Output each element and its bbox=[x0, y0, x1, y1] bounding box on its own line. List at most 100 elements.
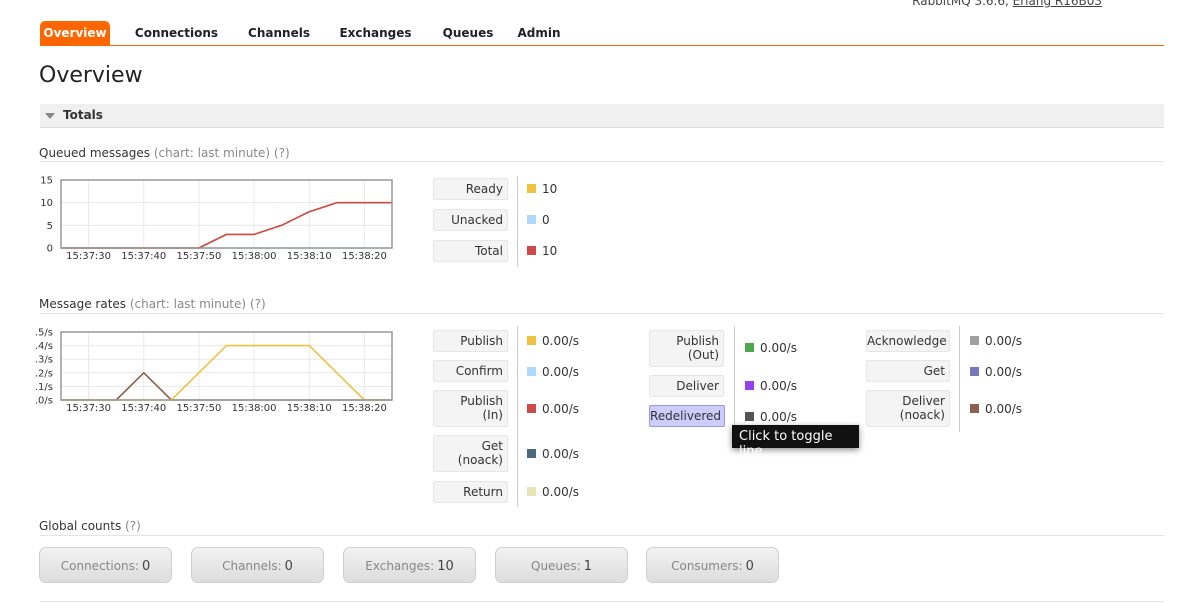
legend-deliver[interactable]: Deliver bbox=[649, 375, 724, 397]
publish-value: 0.00/s bbox=[527, 334, 579, 348]
legend-publish-out[interactable]: Publish (Out) bbox=[649, 330, 724, 367]
tab-exchanges[interactable]: Exchanges bbox=[319, 21, 432, 46]
return-swatch bbox=[527, 487, 536, 496]
queued-messages-heading: Queued messages (chart: last minute) (?) bbox=[39, 146, 290, 160]
tab-admin[interactable]: Admin bbox=[504, 21, 574, 46]
redelivered-value: 0.00/s bbox=[745, 410, 797, 424]
x-tick-label: 15:37:30 bbox=[66, 403, 111, 414]
rates-help-link[interactable]: (?) bbox=[250, 297, 266, 311]
plot-area bbox=[61, 332, 392, 400]
return-value: 0.00/s bbox=[527, 485, 579, 499]
divider bbox=[40, 535, 1164, 536]
x-tick-label: 15:37:40 bbox=[121, 403, 166, 414]
x-tick-label: 15:38:20 bbox=[342, 403, 387, 414]
confirm-value: 0.00/s bbox=[527, 365, 579, 379]
legend-publish-in[interactable]: Publish (In) bbox=[433, 390, 508, 427]
rates-chart-hint[interactable]: (chart: last minute) bbox=[130, 297, 246, 311]
message-rates-heading: Message rates (chart: last minute) (?) bbox=[39, 297, 266, 311]
total-value: 10 bbox=[527, 244, 557, 258]
tab-overview[interactable]: Overview bbox=[40, 21, 110, 46]
get-noack-value-text: 0.00/s bbox=[542, 447, 580, 461]
erlang-version-link[interactable]: Erlang R16B03 bbox=[1013, 0, 1102, 8]
publish-in-swatch bbox=[527, 404, 536, 413]
x-tick-label: 15:38:10 bbox=[287, 403, 332, 414]
y-tick-label: 0.1/s bbox=[35, 382, 53, 393]
channels-count-button[interactable]: Channels: 0 bbox=[191, 547, 324, 583]
count-value: 0 bbox=[141, 559, 151, 574]
legend-confirm[interactable]: Confirm bbox=[433, 360, 508, 382]
queued-title: Queued messages bbox=[39, 146, 151, 160]
deliver-value: 0.00/s bbox=[745, 379, 797, 393]
publish-swatch bbox=[527, 336, 536, 345]
toggle-line-tooltip: Click to toggle line bbox=[732, 425, 859, 459]
exchanges-count-button[interactable]: Exchanges: 10 bbox=[343, 547, 476, 583]
queued-messages-chart: 0 5 10 15 15:37:30 15:37:40 15:37:50 15:38:00 15… bbox=[40, 176, 393, 262]
legend-ready[interactable]: Ready bbox=[433, 178, 508, 200]
count-label: Queues: bbox=[531, 559, 581, 573]
collapse-triangle-icon bbox=[45, 113, 55, 119]
x-tick-label: 15:37:50 bbox=[176, 403, 221, 414]
totals-section-toggle[interactable]: Totals bbox=[40, 104, 1164, 128]
count-label: Exchanges: bbox=[365, 559, 435, 573]
consumers-count-button[interactable]: Consumers: 0 bbox=[646, 547, 779, 583]
queued-help-link[interactable]: (?) bbox=[274, 146, 290, 160]
tab-queues[interactable]: Queues bbox=[432, 21, 504, 46]
y-tick-label: 0.3/s bbox=[35, 355, 53, 366]
legend-return[interactable]: Return bbox=[433, 481, 508, 503]
acknowledge-value: 0.00/s bbox=[970, 334, 1022, 348]
publish-value-text: 0.00/s bbox=[542, 334, 580, 348]
get-swatch bbox=[970, 367, 979, 376]
queues-count-button[interactable]: Queues: 1 bbox=[495, 547, 628, 583]
x-tick-label: 15:37:30 bbox=[66, 251, 111, 262]
plot-area bbox=[61, 180, 392, 248]
x-tick-label: 15:38:10 bbox=[287, 251, 332, 262]
legend-divider bbox=[517, 176, 518, 267]
deliver-noack-value: 0.00/s bbox=[970, 402, 1022, 416]
legend-divider bbox=[959, 326, 960, 432]
deliver-noack-value-text: 0.00/s bbox=[985, 402, 1023, 416]
legend-deliver-noack[interactable]: Deliver (noack) bbox=[866, 390, 950, 427]
y-tick-label: 0.2/s bbox=[35, 368, 53, 379]
legend-publish[interactable]: Publish bbox=[433, 330, 508, 352]
message-rates-chart: 0.0/s 0.1/s 0.2/s 0.3/s 0.4/s 0.5/s 15:37:30 15… bbox=[35, 328, 393, 414]
get-value: 0.00/s bbox=[970, 365, 1022, 379]
total-value-text: 10 bbox=[542, 244, 558, 258]
count-value: 1 bbox=[583, 559, 592, 574]
nav-underline bbox=[40, 45, 1164, 46]
x-tick-label: 15:38:20 bbox=[342, 251, 387, 262]
global-help-link[interactable]: (?) bbox=[125, 519, 141, 533]
global-title: Global counts bbox=[39, 519, 122, 533]
legend-get-noack[interactable]: Get (noack) bbox=[433, 435, 508, 472]
main-nav: Overview Connections Channels Exchanges … bbox=[40, 21, 574, 47]
legend-get[interactable]: Get bbox=[866, 360, 950, 382]
acknowledge-value-text: 0.00/s bbox=[985, 334, 1023, 348]
legend-acknowledge[interactable]: Acknowledge bbox=[866, 330, 950, 352]
deliver-noack-swatch bbox=[970, 404, 979, 413]
legend-unacked[interactable]: Unacked bbox=[433, 209, 508, 231]
publish-out-value-text: 0.00/s bbox=[760, 341, 798, 355]
ready-swatch bbox=[527, 184, 536, 193]
publish-in-value-text: 0.00/s bbox=[542, 402, 580, 416]
count-value: 10 bbox=[437, 559, 454, 574]
unacked-swatch bbox=[527, 215, 536, 224]
legend-total[interactable]: Total bbox=[433, 240, 508, 262]
connections-count-button[interactable]: Connections: 0 bbox=[39, 547, 172, 583]
queued-chart-hint[interactable]: (chart: last minute) bbox=[154, 146, 270, 160]
y-tick-label: 0.4/s bbox=[35, 341, 53, 352]
confirm-value-text: 0.00/s bbox=[542, 365, 580, 379]
x-tick-label: 15:37:50 bbox=[176, 251, 221, 262]
tab-connections[interactable]: Connections bbox=[114, 21, 239, 46]
unacked-value-text: 0 bbox=[542, 213, 550, 227]
legend-divider bbox=[517, 326, 518, 507]
x-tick-label: 15:38:00 bbox=[232, 403, 277, 414]
y-tick-label: 0 bbox=[47, 244, 53, 255]
y-tick-label: 10 bbox=[40, 198, 53, 209]
page-title: Overview bbox=[39, 63, 143, 88]
rates-title: Message rates bbox=[39, 297, 127, 311]
unacked-value: 0 bbox=[527, 213, 550, 227]
version-info: RabbitMQ 3.6.6, Erlang R16B03 bbox=[912, 0, 1102, 8]
tab-channels[interactable]: Channels bbox=[239, 21, 319, 46]
return-value-text: 0.00/s bbox=[542, 485, 580, 499]
legend-redelivered[interactable]: Redelivered bbox=[649, 405, 725, 427]
y-tick-label: 15 bbox=[40, 176, 53, 187]
